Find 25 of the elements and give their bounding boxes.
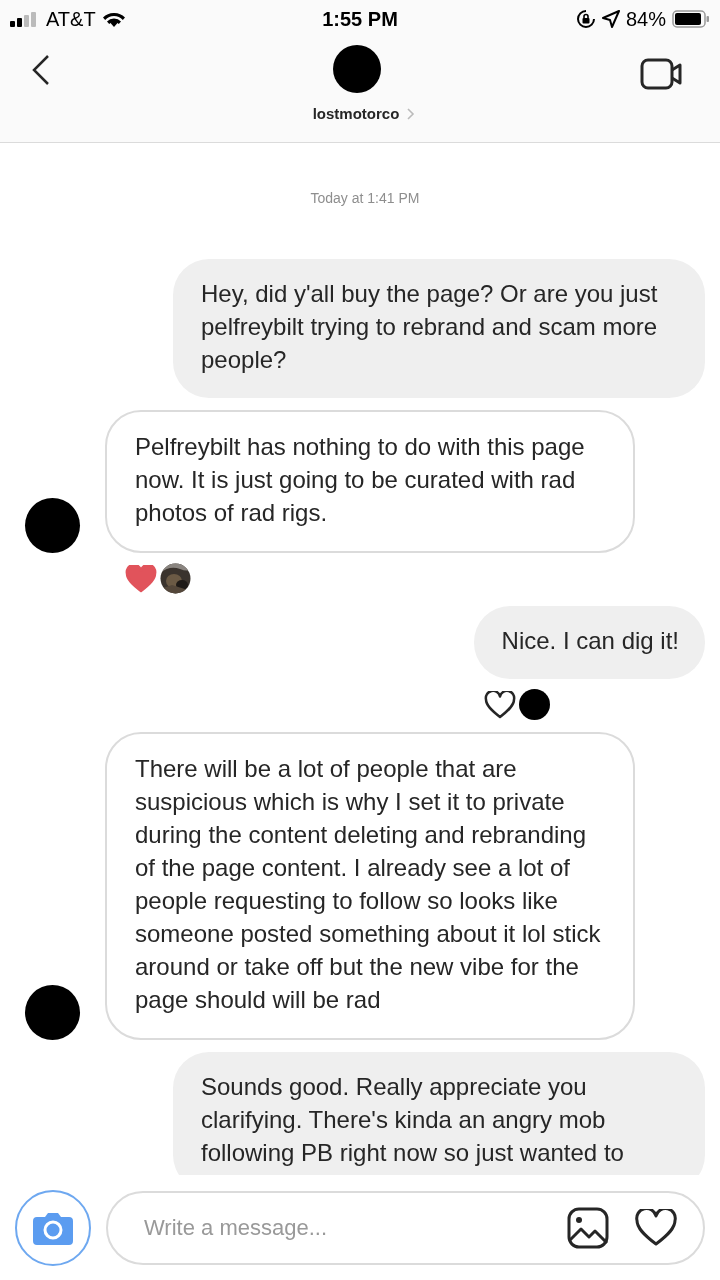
chevron-icon (407, 107, 416, 120)
carrier: AT&T (46, 7, 96, 31)
gallery-icon[interactable] (567, 1206, 609, 1249)
avatar (25, 985, 80, 1040)
username[interactable]: lostmotorco (312, 105, 400, 122)
location-arrow-icon (601, 10, 620, 28)
message-input[interactable]: Write a message... (142, 1213, 541, 1242)
orientation-lock-icon (575, 9, 596, 29)
camera-icon (33, 1210, 73, 1245)
video-camera-icon[interactable] (640, 58, 684, 90)
clock: 1:55 PM (322, 7, 398, 31)
battery-icon (672, 10, 710, 28)
message-bubble: Hey, did y'all buy the page? Or are you just pelfreybilt trying to rebrand and scam more people? (173, 259, 705, 398)
avatar (25, 498, 80, 553)
timestamp: Today at 1:41 PM (310, 190, 420, 206)
wifi-icon (101, 10, 126, 28)
message-bubble: Sounds good. Really appreciate you clarifying. There's kinda an angry mob following PB right now so just wanted to (173, 1052, 705, 1175)
message-field[interactable]: Write a message... (106, 1190, 705, 1265)
avatar[interactable] (333, 45, 381, 93)
back-icon[interactable] (32, 54, 50, 86)
battery-percent: 84% (625, 7, 666, 31)
message-bubble: There will be a lot of people that are suspicious which is why I set it to private during the content deleting and rebranding of the page content. I already see a lot of people requesting to follow so looks like someone posted something about it lol stick around or take off but the new vibe for the page should will be rad (105, 732, 635, 1040)
message-bubble: Pelfreybilt has nothing to do with this page now. It is just going to be curated with rad photos of rad rigs. (105, 410, 635, 553)
heart-outline-icon[interactable] (635, 1208, 677, 1247)
message-bubble: Nice. I can dig it! (473, 606, 705, 679)
